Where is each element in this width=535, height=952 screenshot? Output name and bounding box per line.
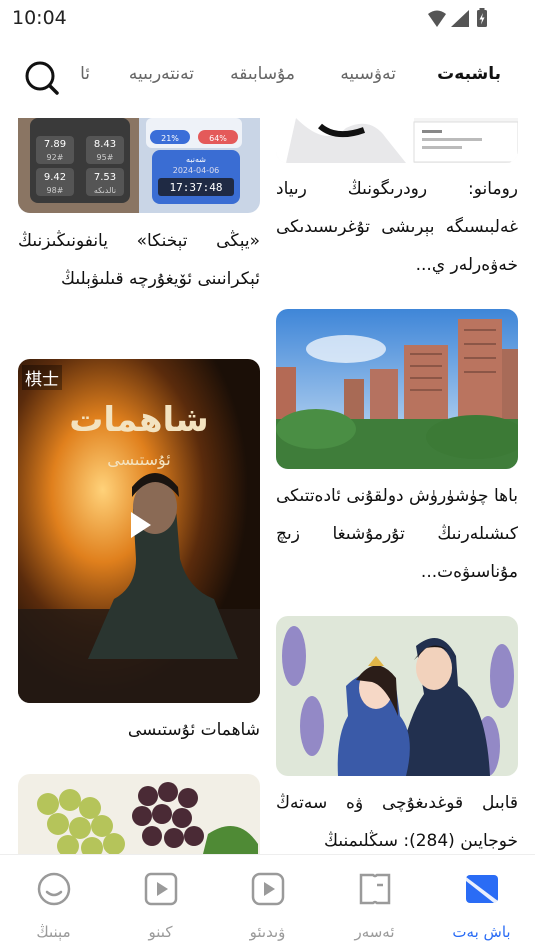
status-icons [428,8,487,27]
nav-label: ۋىدىئو [249,923,286,941]
svg-text:7.53: 7.53 [94,172,116,183]
nav-home[interactable]: باش بەت [428,865,535,945]
svg-text:8.43: 8.43 [94,139,116,150]
svg-text:9.42: 9.42 [44,172,66,183]
feed-card[interactable]: قابىل قوغدىغۇچى ۋە سەتەڭ خوجايىن (284): … [276,616,518,854]
feed-card[interactable]: رومانو: رودرىگونىڭ رىياد غەلبىسىگە بېرىش… [276,118,518,288]
tab-recommend[interactable]: تەۋسىيە [340,64,396,84]
play-button[interactable] [121,507,157,543]
svg-text:98#: 98# [47,186,64,195]
apartment-buildings-image [276,309,518,469]
romance-couple-image [276,616,518,776]
tab-sports[interactable]: تەنتەربىيە [129,64,194,84]
movie-icon [144,872,178,906]
book-icon [359,873,391,905]
profile-icon [37,872,71,906]
feed-card[interactable]: 7.89 92# 8.43 95# 9.42 98# 7.53 نالدىكە … [18,118,260,338]
video-badge: 棋士 [22,365,62,390]
svg-text:ئۇستىسى: ئۇستىسى [107,450,170,470]
card-title: باھا چۈشۈرۈش دولقۇنى ئادەتتىكى كىشىلەرنى… [276,486,518,582]
nav-profile[interactable]: مېنىڭ [0,865,107,945]
tab-competition[interactable]: مۇسابىقە [230,64,295,84]
top-tabs: باشبەت تەۋسىيە مۇسابىقە تەنتەربىيە ئا [0,48,535,106]
svg-text:21%: 21% [161,134,179,143]
video-icon [251,872,285,906]
battery-charging-icon [477,8,487,27]
svg-text:7.89: 7.89 [44,139,66,150]
grapes-image [18,774,260,854]
svg-text:شاھمات: شاھمات [69,400,209,440]
card-title: قابىل قوغدىغۇچى ۋە سەتەڭ خوجايىن (284): … [276,793,518,851]
status-time: 10:04 [12,7,67,29]
svg-text:17:37:48: 17:37:48 [170,181,223,194]
feed-card[interactable]: شاھمات ئۇستىسى 棋士 شاھمات ئۇستىسى [18,359,260,751]
signal-icon [451,10,469,27]
feed-card[interactable] [18,774,260,854]
card-title: «يېڭى تېخنكا» يانفونىڭىزنىڭ ئېكرانىنى ئۆ… [18,231,260,289]
nav-video[interactable]: ۋىدىئو [214,865,321,945]
nav-label: ئەسەر [354,923,395,941]
card-title: رومانو: رودرىگونىڭ رىياد غەلبىسىگە بېرىش… [276,179,518,275]
bottom-nav: باش بەت ئەسەر ۋىدىئو كىنو مېنىڭ [0,854,535,952]
svg-text:نالدىكە: نالدىكە [94,186,116,195]
svg-text:95#: 95# [97,153,114,162]
play-icon [131,512,151,538]
search-icon [25,61,59,95]
tab-home[interactable]: باشبەت [437,64,501,84]
nav-label: مېنىڭ [36,923,71,941]
svg-text:64%: 64% [209,134,227,143]
svg-text:92#: 92# [47,153,64,162]
nav-label: باش بەت [452,923,511,941]
svg-text:2024-04-06: 2024-04-06 [173,166,220,175]
nav-label: كىنو [148,923,173,941]
feed: 7.89 92# 8.43 95# 9.42 98# 7.53 نالدىكە … [0,118,535,854]
home-icon [466,875,498,903]
nav-movie[interactable]: كىنو [107,865,214,945]
football-player-image [276,118,518,163]
search-button[interactable] [22,58,62,98]
svg-text:شەنبە: شەنبە [186,155,206,164]
wifi-icon [428,10,446,27]
status-bar: 10:04 [0,0,535,40]
card-title: شاھمات ئۇستىسى [127,720,260,740]
tab-partial[interactable]: ئا [80,64,90,84]
nav-works[interactable]: ئەسەر [321,865,428,945]
feed-card[interactable]: باھا چۈشۈرۈش دولقۇنى ئادەتتىكى كىشىلەرنى… [276,309,518,599]
phone-widgets-image: 7.89 92# 8.43 95# 9.42 98# 7.53 نالدىكە … [18,118,260,213]
